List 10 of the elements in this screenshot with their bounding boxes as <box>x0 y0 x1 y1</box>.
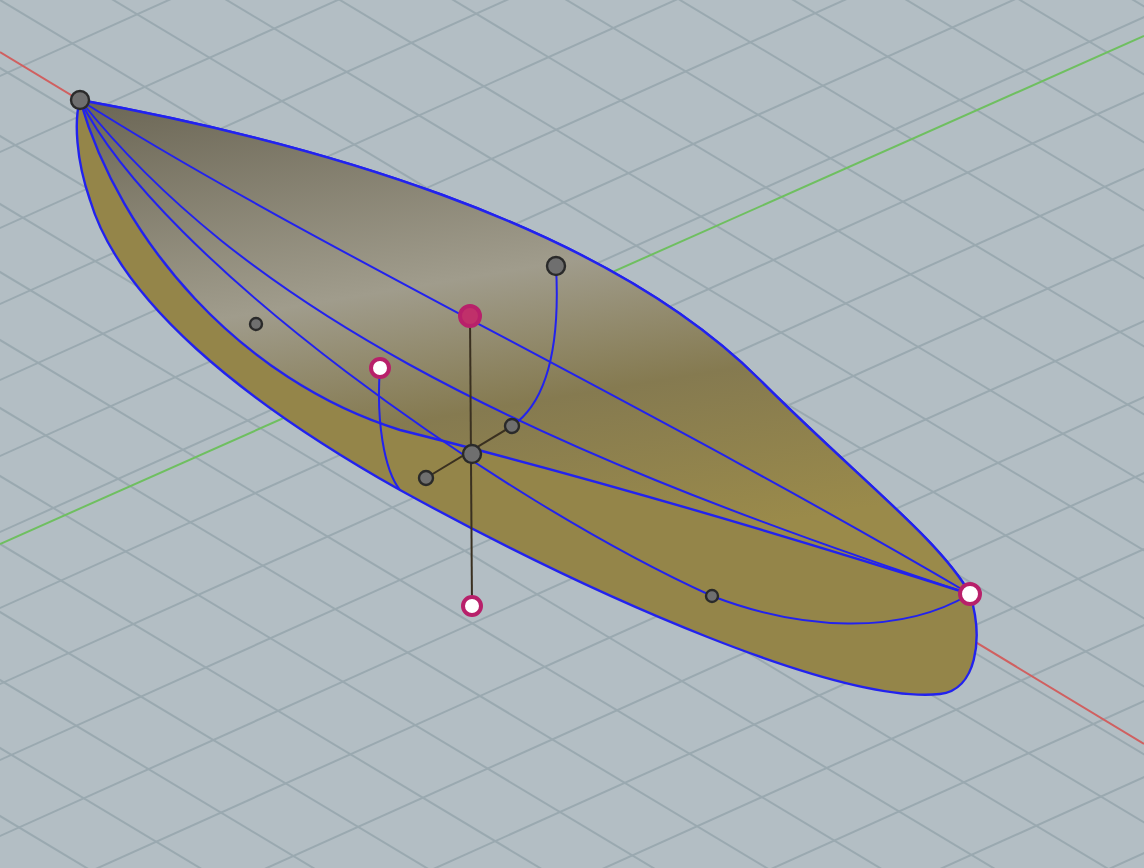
control-point[interactable] <box>503 417 521 435</box>
control-point[interactable] <box>958 582 982 606</box>
control-point[interactable] <box>704 588 720 604</box>
control-point[interactable] <box>461 595 483 617</box>
control-point[interactable] <box>417 469 435 487</box>
control-point[interactable] <box>545 255 567 277</box>
control-point[interactable] <box>248 316 264 332</box>
control-point[interactable] <box>69 89 91 111</box>
control-point[interactable] <box>461 443 483 465</box>
control-point[interactable] <box>369 357 391 379</box>
